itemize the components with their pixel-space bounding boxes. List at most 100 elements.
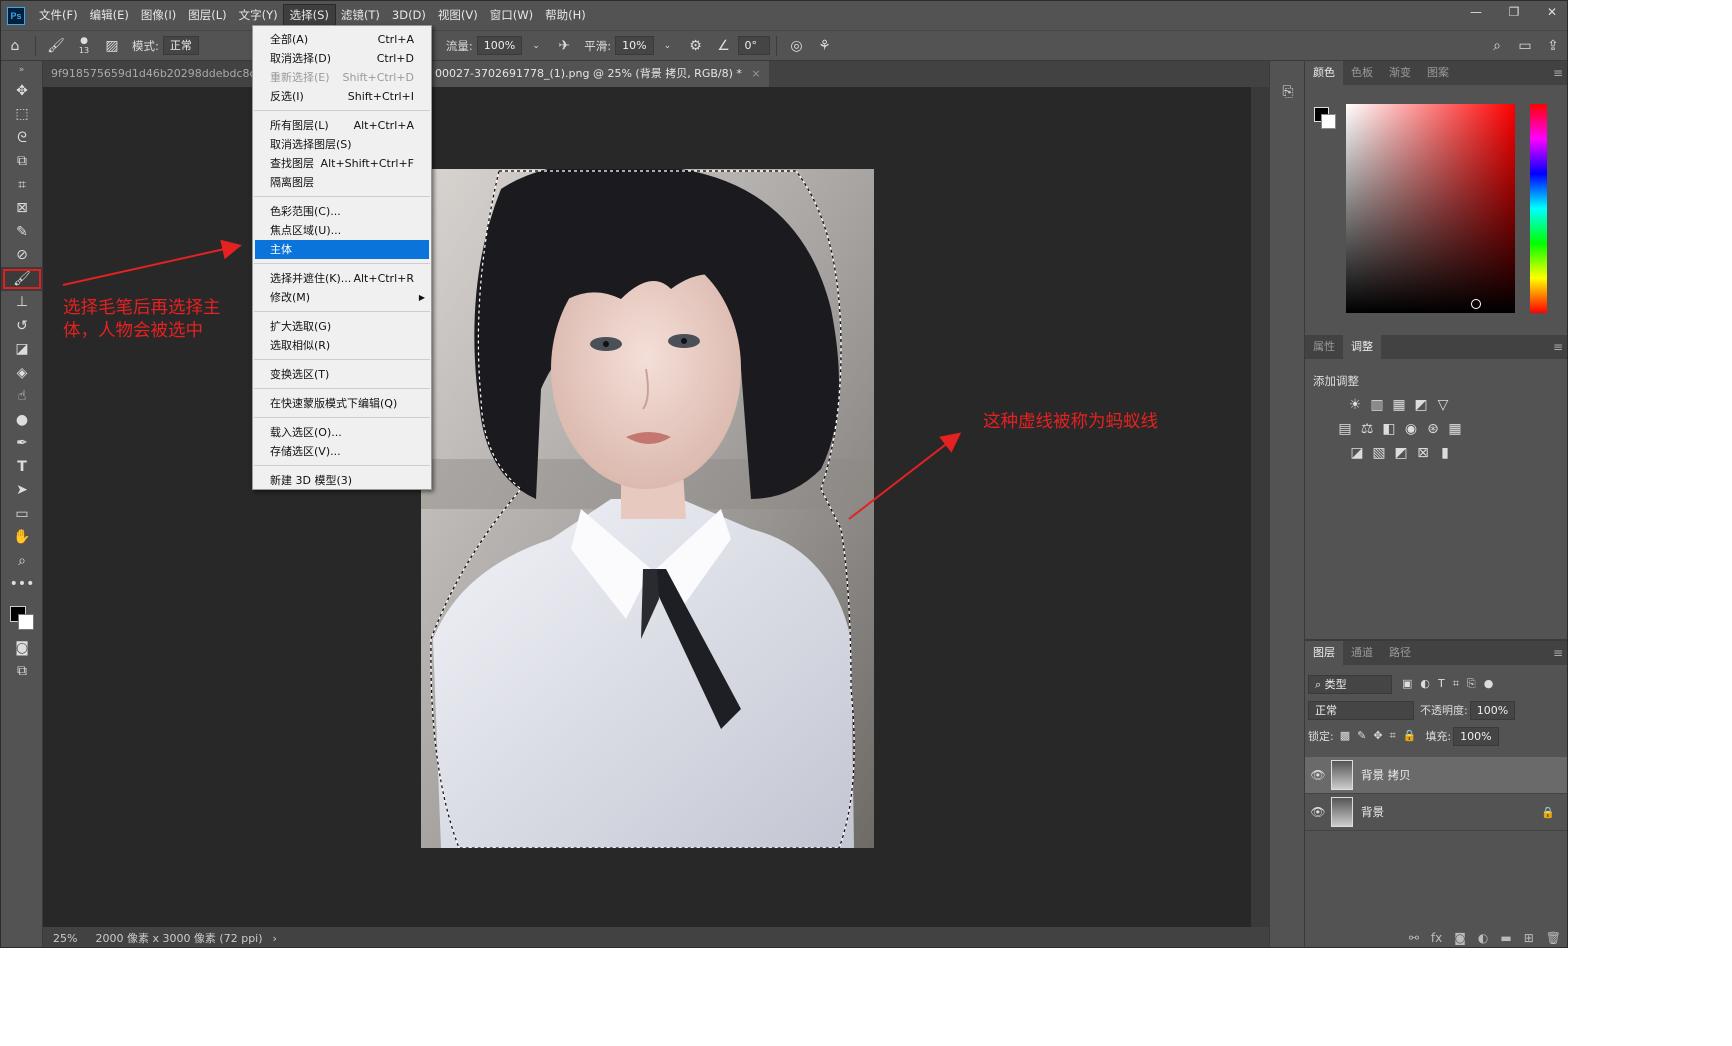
- vertical-scrollbar[interactable]: [1251, 87, 1269, 927]
- layer-row[interactable]: 👁 背景 拷贝: [1305, 757, 1567, 794]
- panel-menu-icon[interactable]: ≡: [1553, 646, 1563, 660]
- menu-4[interactable]: 文字(Y): [233, 5, 284, 26]
- color-picker-field[interactable]: [1346, 104, 1515, 313]
- zoom-tool-icon[interactable]: ⌕: [1, 549, 43, 573]
- symmetry-icon[interactable]: ⚘: [814, 35, 836, 57]
- select-menu-item[interactable]: 新建 3D 模型(3): [253, 471, 431, 490]
- folder-icon[interactable]: ▬: [1500, 931, 1511, 945]
- select-menu-item[interactable]: 修改(M) ▶: [253, 288, 431, 307]
- select-menu-item[interactable]: 载入选区(O)...: [253, 423, 431, 442]
- tab-layers[interactable]: 图层: [1305, 641, 1343, 665]
- share-icon[interactable]: ⇪: [1542, 35, 1564, 57]
- vibrance-icon[interactable]: ▽: [1435, 397, 1451, 413]
- mode-select[interactable]: 正常: [162, 36, 199, 55]
- panel-menu-icon[interactable]: ≡: [1553, 340, 1563, 354]
- smudge-tool-icon[interactable]: ☝: [1, 385, 43, 409]
- mask-icon[interactable]: ◙: [1454, 931, 1466, 945]
- select-menu-item[interactable]: 隔离图层: [253, 173, 431, 192]
- lasso-tool-icon[interactable]: ᘓ: [1, 126, 43, 150]
- menu-3[interactable]: 图层(L): [182, 5, 232, 26]
- tab-channels[interactable]: 通道: [1343, 641, 1381, 665]
- gradient-map-icon[interactable]: ▮: [1437, 445, 1453, 461]
- color-lookup-icon[interactable]: ▦: [1447, 421, 1463, 437]
- hue-saturation-icon[interactable]: ▤: [1337, 421, 1353, 437]
- healing-brush-tool-icon[interactable]: ⊘: [1, 244, 43, 268]
- quick-mask-icon[interactable]: ◙: [1, 636, 43, 660]
- frame-tool-icon[interactable]: ⊠: [1, 197, 43, 221]
- tab-document-2[interactable]: 00027-3702691778_(1).png @ 25% (背景 拷贝, R…: [427, 61, 769, 87]
- eraser-tool-icon[interactable]: ◪: [1, 338, 43, 362]
- brush-tool-icon[interactable]: 🖌: [1, 267, 43, 291]
- select-menu-item[interactable]: 焦点区域(U)...: [253, 221, 431, 240]
- select-menu-item[interactable]: 取消选择(D) Ctrl+D: [253, 49, 431, 68]
- brush-size-picker[interactable]: ● 13: [73, 35, 95, 57]
- brush-preset-icon[interactable]: 🖌: [45, 35, 67, 57]
- more-tools-icon[interactable]: •••: [1, 573, 43, 597]
- channel-mixer-icon[interactable]: ⊛: [1425, 421, 1441, 437]
- invert-icon[interactable]: ◪: [1349, 445, 1365, 461]
- workspace-icon[interactable]: ▭: [1514, 35, 1536, 57]
- search-icon[interactable]: ⌕: [1486, 35, 1508, 57]
- path-select-tool-icon[interactable]: ➤: [1, 479, 43, 503]
- levels-icon[interactable]: ▥: [1369, 397, 1385, 413]
- opacity-input[interactable]: 100%: [1469, 700, 1516, 720]
- panel-grip[interactable]: »: [1, 61, 42, 79]
- layer-filter-icons[interactable]: ▣◐T⌗⎘●: [1402, 677, 1501, 691]
- menu-10[interactable]: 帮助(H): [539, 5, 592, 26]
- eye-icon[interactable]: 👁: [1305, 805, 1331, 819]
- color-balance-icon[interactable]: ⚖: [1359, 421, 1375, 437]
- tab-patterns[interactable]: 图案: [1419, 61, 1457, 85]
- minimize-button[interactable]: —: [1465, 5, 1487, 19]
- history-panel-icon[interactable]: ⎘: [1270, 77, 1306, 107]
- home-icon[interactable]: ⌂: [4, 35, 26, 57]
- menu-5[interactable]: 选择(S): [282, 4, 336, 27]
- close-button[interactable]: ✕: [1541, 5, 1563, 19]
- type-tool-icon[interactable]: T: [1, 455, 43, 479]
- tab-gradients[interactable]: 渐变: [1381, 61, 1419, 85]
- link-icon[interactable]: ⚯: [1409, 931, 1419, 945]
- select-menu-item[interactable]: 扩大选取(G): [253, 317, 431, 336]
- posterize-icon[interactable]: ▧: [1371, 445, 1387, 461]
- stamp-tool-icon[interactable]: ⊥: [1, 291, 43, 315]
- blend-mode-select[interactable]: 正常: [1308, 700, 1414, 720]
- dodge-tool-icon[interactable]: ●: [1, 408, 43, 432]
- chevron-down-icon[interactable]: ⌄: [525, 35, 547, 57]
- menu-0[interactable]: 文件(F): [33, 5, 84, 26]
- layer-row[interactable]: 👁 背景 🔒: [1305, 794, 1567, 831]
- tab-properties[interactable]: 属性: [1305, 335, 1343, 359]
- marquee-tool-icon[interactable]: ⬚: [1, 103, 43, 127]
- select-menu-item[interactable]: 全部(A) Ctrl+A: [253, 30, 431, 49]
- screen-mode-icon[interactable]: ⧉: [1, 660, 43, 684]
- tab-color[interactable]: 颜色: [1305, 61, 1343, 85]
- menu-8[interactable]: 视图(V): [432, 5, 484, 26]
- photo-filter-icon[interactable]: ◉: [1403, 421, 1419, 437]
- adjustment-layer-icon[interactable]: ◐: [1478, 931, 1488, 945]
- select-menu-item[interactable]: 色彩范围(C)...: [253, 202, 431, 221]
- hand-tool-icon[interactable]: ✋: [1, 526, 43, 550]
- selective-color-icon[interactable]: ⊠: [1415, 445, 1431, 461]
- fill-input[interactable]: 100%: [1453, 726, 1499, 746]
- select-menu-item[interactable]: 主体: [255, 240, 429, 259]
- select-menu-item[interactable]: 选取相似(R): [253, 336, 431, 355]
- select-menu-item[interactable]: 取消选择图层(S): [253, 135, 431, 154]
- rectangle-tool-icon[interactable]: ▭: [1, 502, 43, 526]
- brush-panel-toggle-icon[interactable]: ▨: [101, 35, 123, 57]
- menu-2[interactable]: 图像(I): [135, 5, 182, 26]
- maximize-button[interactable]: ❐: [1503, 5, 1525, 19]
- trash-icon[interactable]: 🗑: [1546, 931, 1561, 945]
- tab-adjustments[interactable]: 调整: [1343, 335, 1381, 359]
- angle-input[interactable]: 0°: [737, 36, 770, 55]
- background-color[interactable]: [1321, 114, 1336, 129]
- eyedropper-tool-icon[interactable]: ✎: [1, 220, 43, 244]
- eye-icon[interactable]: 👁: [1305, 768, 1331, 782]
- object-select-tool-icon[interactable]: ⧉: [1, 150, 43, 174]
- gear-icon[interactable]: ⚙: [685, 35, 707, 57]
- status-more-arrow[interactable]: ›: [273, 932, 277, 945]
- brightness-icon[interactable]: ☀: [1347, 397, 1363, 413]
- flow-input[interactable]: 100%: [476, 36, 523, 55]
- paint-bucket-tool-icon[interactable]: ◈: [1, 361, 43, 385]
- fx-icon[interactable]: fx: [1431, 931, 1442, 945]
- tab-paths[interactable]: 路径: [1381, 641, 1419, 665]
- pen-tool-icon[interactable]: ✒: [1, 432, 43, 456]
- menu-9[interactable]: 窗口(W): [484, 5, 539, 26]
